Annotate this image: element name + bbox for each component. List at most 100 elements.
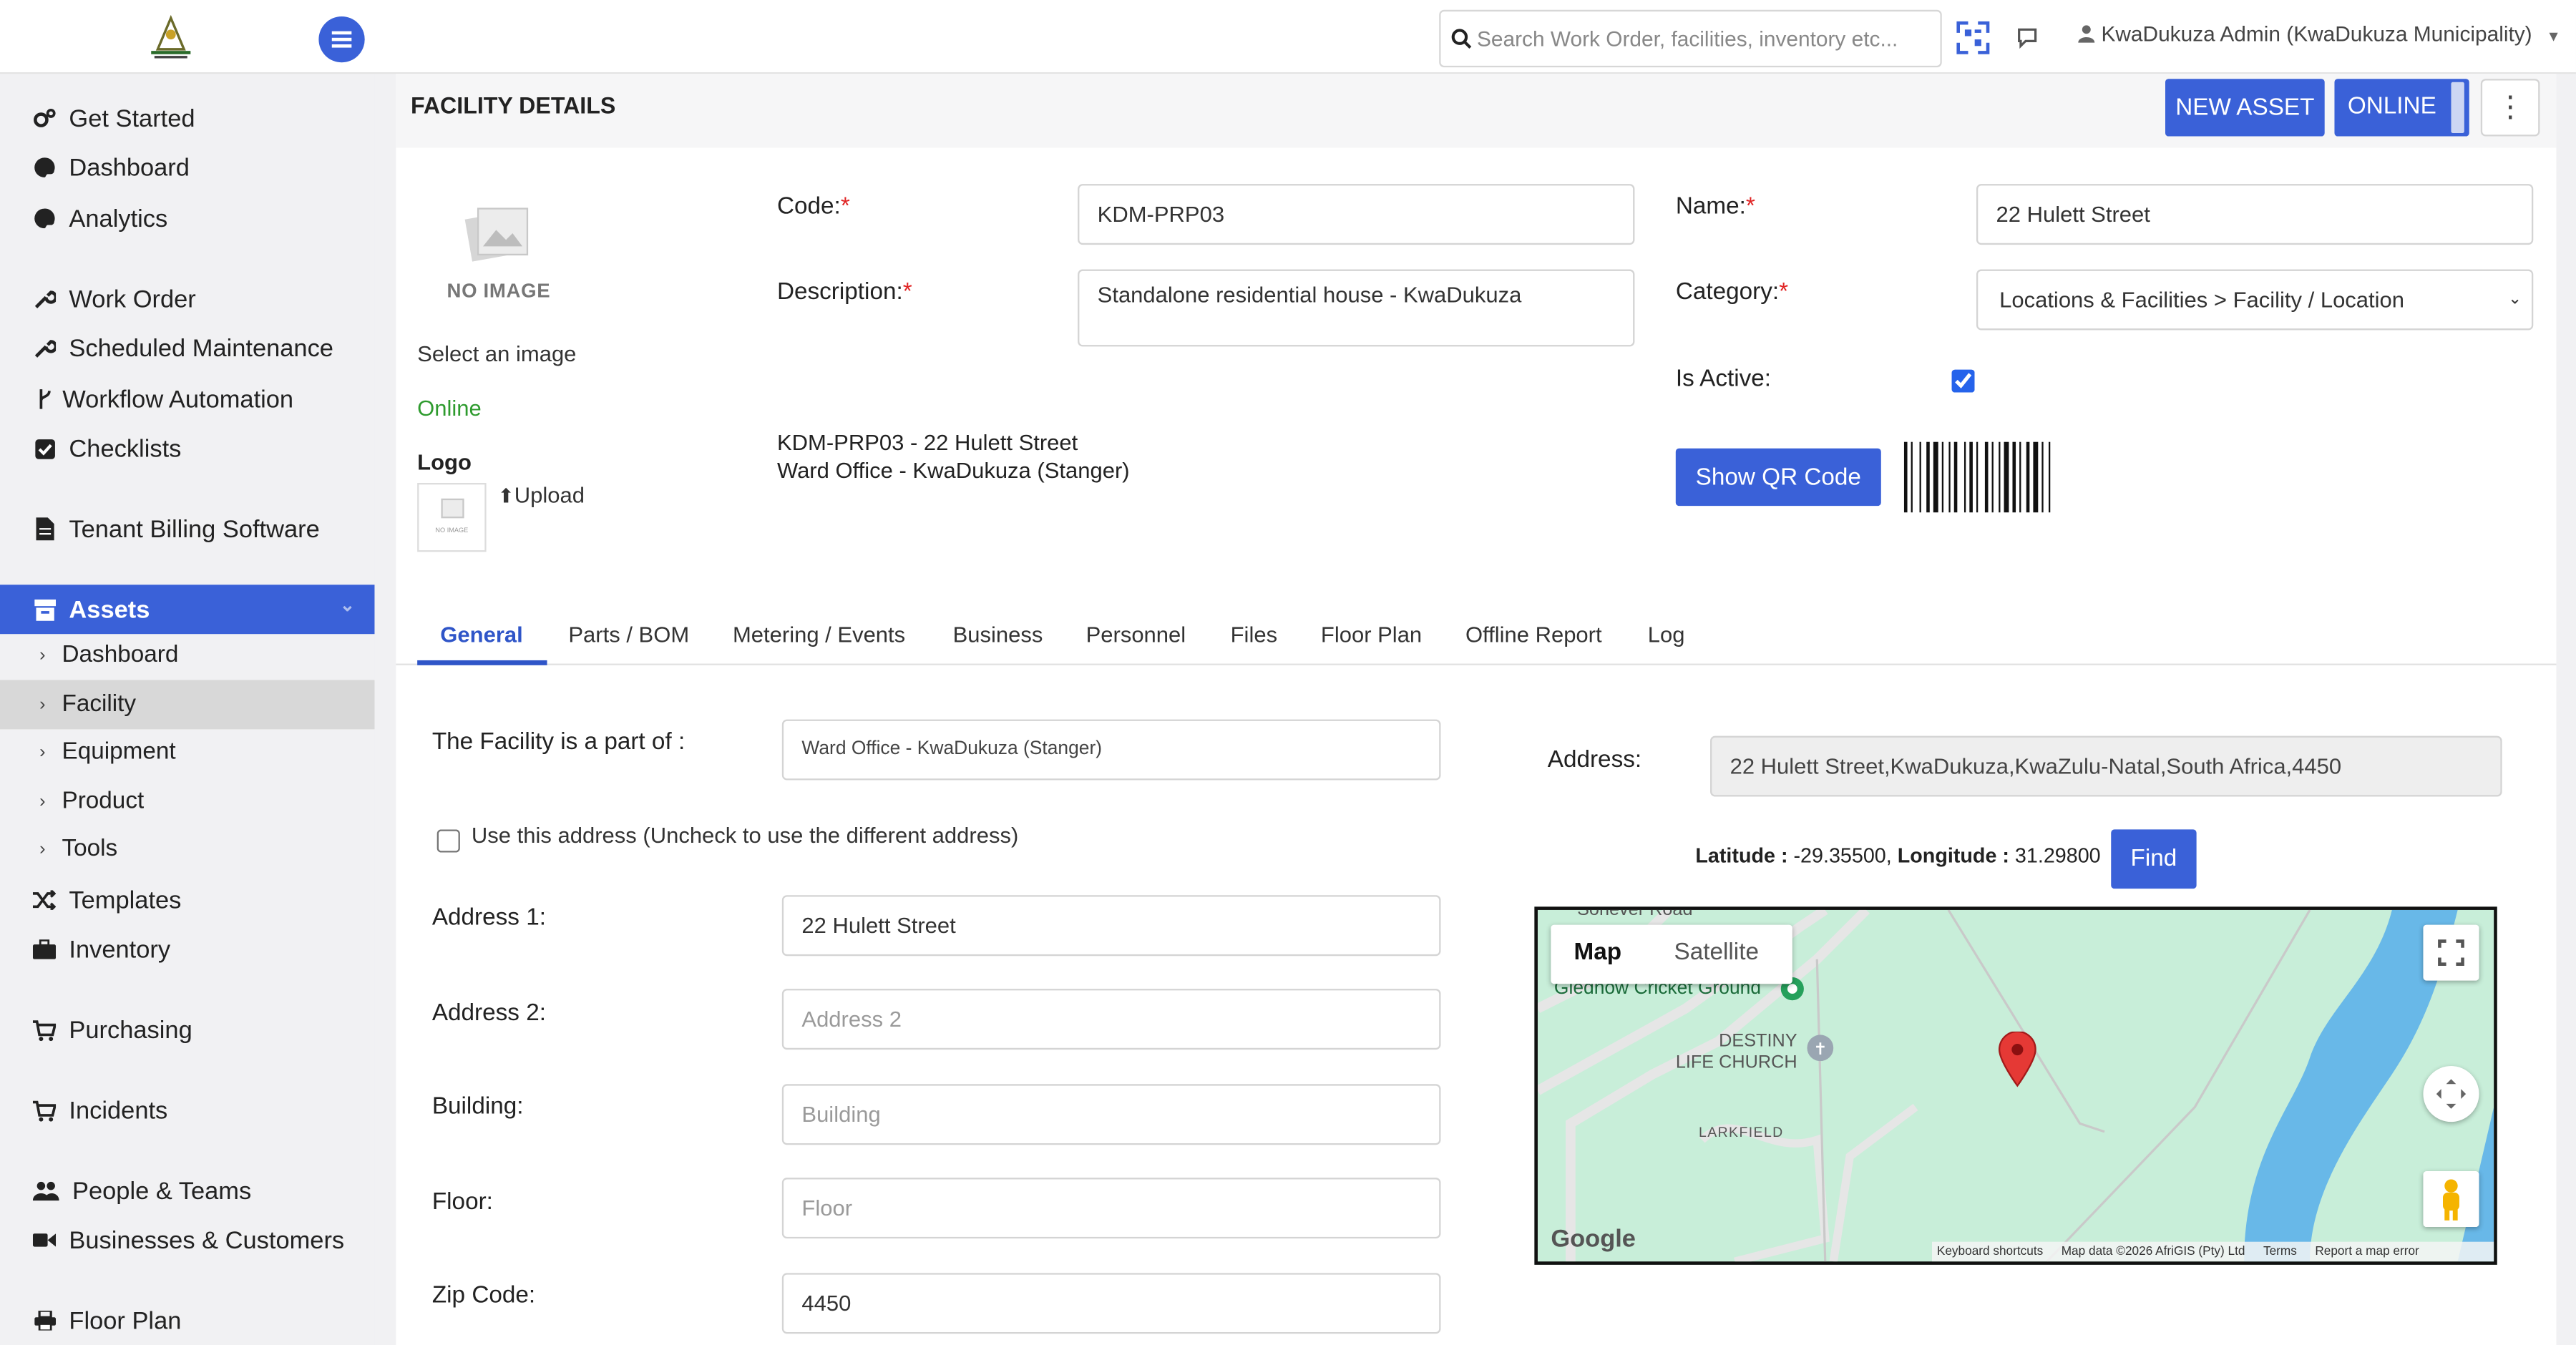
sidebar-item-get-started[interactable]: Get Started bbox=[0, 94, 374, 143]
tabs-divider bbox=[396, 663, 2557, 665]
sidebar-label: Facility bbox=[62, 691, 137, 718]
sidebar-item-incidents[interactable]: Incidents bbox=[0, 1086, 374, 1135]
map-area-label: LARKFIELD bbox=[1698, 1123, 1784, 1140]
logo-thumbnail[interactable]: NO IMAGE bbox=[417, 482, 487, 552]
location-pin-icon bbox=[1998, 1030, 2037, 1087]
building-input[interactable] bbox=[781, 1084, 1441, 1145]
online-label: ONLINE bbox=[2347, 93, 2436, 120]
sidebar-subitem-dashboard[interactable]: › Dashboard bbox=[0, 631, 374, 680]
logo-label: Logo bbox=[417, 450, 472, 475]
sidebar-subitem-equipment[interactable]: › Equipment bbox=[0, 728, 374, 777]
tab-parts-bom[interactable]: Parts / BOM bbox=[568, 622, 689, 647]
code-input[interactable] bbox=[1078, 184, 1635, 245]
palette-icon bbox=[33, 207, 56, 230]
map-terms-link[interactable]: Terms bbox=[2263, 1243, 2297, 1258]
page-title: FACILITY DETAILS bbox=[410, 92, 616, 119]
sidebar-item-work-order[interactable]: Work Order bbox=[0, 274, 374, 323]
branch-icon bbox=[33, 388, 56, 411]
name-label-text: Name: bbox=[1675, 193, 1746, 220]
sidebar-subitem-tools[interactable]: › Tools bbox=[0, 825, 374, 874]
sidebar-label: People & Teams bbox=[72, 1177, 252, 1205]
tab-log[interactable]: Log bbox=[1648, 622, 1685, 647]
map-keyboard-shortcuts[interactable]: Keyboard shortcuts bbox=[1937, 1243, 2043, 1258]
category-select[interactable]: Locations & Facilities > Facility / Loca… bbox=[1976, 269, 2534, 331]
floor-input[interactable] bbox=[781, 1178, 1441, 1239]
select-image-link[interactable]: Select an image bbox=[417, 342, 576, 366]
address1-label: Address 1: bbox=[431, 905, 546, 931]
sidebar-item-inventory[interactable]: Inventory bbox=[0, 925, 374, 974]
cart-icon bbox=[32, 1099, 57, 1122]
name-input[interactable] bbox=[1976, 184, 2534, 245]
sidebar-label: Tenant Billing Software bbox=[69, 514, 320, 543]
longitude-label: Longitude : bbox=[1897, 844, 2009, 868]
category-label: Category:* bbox=[1675, 279, 1789, 306]
chevron-right-icon: › bbox=[39, 645, 46, 665]
sidebar-item-floor-plan[interactable]: Floor Plan bbox=[0, 1296, 374, 1345]
sidebar-item-tenant-billing[interactable]: Tenant Billing Software bbox=[0, 504, 374, 554]
street-view-pegman[interactable] bbox=[2423, 1170, 2479, 1228]
active-tab-indicator bbox=[417, 660, 547, 665]
zip-code-label: Zip Code: bbox=[431, 1283, 536, 1309]
municipality-logo[interactable] bbox=[138, 13, 204, 62]
tab-floor-plan[interactable]: Floor Plan bbox=[1321, 622, 1422, 647]
is-active-checkbox[interactable] bbox=[1951, 369, 1975, 393]
map-poi-line: LIFE CHURCH bbox=[1675, 1052, 1797, 1073]
address-label: Address: bbox=[1547, 747, 1642, 774]
find-button[interactable]: Find bbox=[2111, 829, 2197, 889]
sidebar-item-people-teams[interactable]: People & Teams bbox=[0, 1166, 374, 1216]
sidebar-item-workflow-automation[interactable]: Workflow Automation bbox=[0, 374, 374, 424]
map-tab-map[interactable]: Map bbox=[1574, 939, 1621, 966]
map-tab-satellite[interactable]: Satellite bbox=[1674, 939, 1759, 966]
map-report-error-link[interactable]: Report a map error bbox=[2315, 1243, 2419, 1258]
sidebar-item-checklists[interactable]: Checklists bbox=[0, 424, 374, 473]
map-camera-control[interactable] bbox=[2423, 1066, 2479, 1123]
sidebar-subitem-facility[interactable]: › Facility bbox=[0, 680, 375, 730]
description-textarea[interactable]: Standalone residential house - KwaDukuza bbox=[1078, 269, 1635, 347]
user-menu[interactable]: KwaDukuza Admin (KwaDukuza Municipality)… bbox=[2077, 21, 2561, 46]
tab-general[interactable]: General bbox=[440, 622, 522, 647]
sidebar-label: Dashboard bbox=[69, 153, 190, 182]
user-name: KwaDukuza Admin (KwaDukuza Municipality) bbox=[2101, 21, 2532, 47]
scan-icon[interactable] bbox=[1955, 20, 1991, 57]
sidebar-item-analytics[interactable]: Analytics bbox=[0, 194, 374, 243]
map-data-attribution: Map data ©2026 AfriGIS (Pty) Ltd bbox=[2061, 1243, 2245, 1258]
sidebar-item-businesses-customers[interactable]: Businesses & Customers bbox=[0, 1216, 374, 1265]
location-map[interactable]: ✝ Sonever Road Gledhow Cricket Ground DE… bbox=[1534, 906, 2497, 1265]
sidebar-item-templates[interactable]: Templates bbox=[0, 876, 374, 925]
sidebar-item-assets[interactable]: Assets ⌄ bbox=[0, 585, 375, 635]
sidebar-item-dashboard[interactable]: Dashboard bbox=[0, 143, 374, 192]
users-icon bbox=[32, 1179, 59, 1202]
address1-input[interactable] bbox=[781, 895, 1441, 957]
sidebar-label: Get Started bbox=[69, 104, 195, 132]
map-poi-line: DESTINY bbox=[1719, 1031, 1797, 1052]
new-asset-button[interactable]: NEW ASSET bbox=[2165, 79, 2325, 137]
sidebar-label: Work Order bbox=[69, 285, 196, 313]
sidebar-item-scheduled-maintenance[interactable]: Scheduled Maintenance bbox=[0, 323, 374, 373]
sidebar-item-purchasing[interactable]: Purchasing bbox=[0, 1005, 374, 1055]
online-toggle[interactable]: ONLINE bbox=[2334, 79, 2469, 137]
sidebar-subitem-product[interactable]: › Product bbox=[0, 777, 374, 826]
cart-icon bbox=[32, 1018, 57, 1041]
sidebar-label: Equipment bbox=[62, 739, 176, 766]
use-address-checkbox[interactable] bbox=[436, 829, 460, 853]
chat-icon[interactable] bbox=[2016, 24, 2042, 51]
check-square-icon bbox=[33, 437, 56, 460]
upload-button[interactable]: ⬆Upload bbox=[498, 483, 585, 507]
menu-toggle-button[interactable] bbox=[318, 16, 365, 63]
chevron-right-icon: › bbox=[39, 742, 46, 763]
tab-metering-events[interactable]: Metering / Events bbox=[733, 622, 905, 647]
status-online-text: Online bbox=[417, 396, 482, 421]
tab-offline-report[interactable]: Offline Report bbox=[1465, 622, 1602, 647]
tab-files[interactable]: Files bbox=[1231, 622, 1277, 647]
zip-code-input[interactable] bbox=[781, 1273, 1441, 1334]
show-qr-code-button[interactable]: Show QR Code bbox=[1675, 448, 1881, 507]
fullscreen-button[interactable] bbox=[2423, 924, 2479, 981]
address2-input[interactable] bbox=[781, 989, 1441, 1050]
latitude-label: Latitude : bbox=[1695, 844, 1788, 868]
more-options-button[interactable]: ⋮ bbox=[2480, 79, 2540, 137]
search-input[interactable] bbox=[1477, 11, 1934, 66]
sidebar-label: Assets bbox=[69, 595, 150, 624]
tab-personnel[interactable]: Personnel bbox=[1086, 622, 1186, 647]
parent-facility-select[interactable]: Ward Office - KwaDukuza (Stanger) bbox=[781, 719, 1441, 781]
tab-business[interactable]: Business bbox=[953, 622, 1043, 647]
